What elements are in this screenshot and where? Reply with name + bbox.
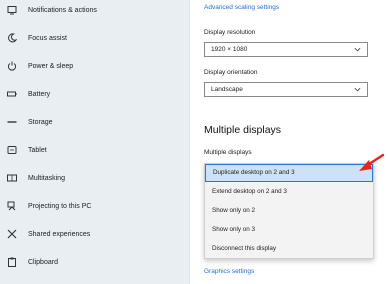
multitasking-icon	[6, 172, 18, 184]
sidebar-item-label: Shared experiences	[28, 230, 91, 238]
battery-icon	[6, 88, 18, 100]
multiple-displays-dropdown: Duplicate desktop on 2 and 3 Extend desk…	[204, 163, 374, 259]
display-resolution-label: Display resolution	[204, 29, 256, 36]
sidebar-item-label: Projecting to this PC	[28, 202, 92, 210]
sidebar-item-power-sleep[interactable]: Power & sleep	[0, 54, 190, 78]
sidebar-item-projecting[interactable]: Projecting to this PC	[0, 194, 190, 218]
sidebar-item-notifications-actions[interactable]: Notifications & actions	[0, 0, 190, 22]
sidebar-item-tablet[interactable]: Tablet	[0, 138, 190, 162]
sidebar-item-focus-assist[interactable]: Focus assist	[0, 26, 190, 50]
display-orientation-label: Display orientation	[204, 69, 258, 76]
dropdown-option-show-only-2[interactable]: Show only on 2	[205, 202, 373, 220]
sidebar-item-battery[interactable]: Battery	[0, 82, 190, 106]
storage-icon	[6, 116, 18, 128]
tablet-icon	[6, 144, 18, 156]
multiple-displays-heading: Multiple displays	[204, 124, 282, 136]
sidebar-item-label: Focus assist	[28, 34, 67, 42]
display-resolution-value: 1920 × 1080	[211, 46, 248, 53]
focus-assist-icon	[6, 32, 18, 44]
clipboard-icon	[6, 256, 18, 268]
advanced-scaling-link[interactable]: Advanced scaling settings	[204, 4, 279, 11]
multiple-displays-label: Multiple displays	[204, 149, 252, 156]
dropdown-option-show-only-3[interactable]: Show only on 3	[205, 221, 373, 239]
sidebar-item-shared-experiences[interactable]: Shared experiences	[0, 222, 190, 246]
sidebar-item-clipboard[interactable]: Clipboard	[0, 250, 190, 274]
sidebar-item-storage[interactable]: Storage	[0, 110, 190, 134]
sidebar-item-label: Storage	[28, 118, 53, 126]
graphics-settings-link[interactable]: Graphics settings	[204, 268, 254, 275]
sidebar-item-label: Clipboard	[28, 258, 58, 266]
display-resolution-select[interactable]: 1920 × 1080	[204, 42, 368, 57]
dropdown-option-duplicate[interactable]: Duplicate desktop on 2 and 3	[205, 164, 373, 182]
projecting-icon	[6, 200, 18, 212]
sidebar-item-multitasking[interactable]: Multitasking	[0, 166, 190, 190]
display-orientation-value: Landscape	[211, 86, 243, 93]
display-settings-panel: Advanced scaling settings Display resolu…	[190, 0, 388, 284]
settings-sidebar: Notifications & actions Focus assist Pow…	[0, 0, 190, 284]
sidebar-item-label: Tablet	[28, 146, 47, 154]
dropdown-option-extend[interactable]: Extend desktop on 2 and 3	[205, 183, 373, 201]
chevron-down-icon	[354, 87, 361, 92]
display-orientation-select[interactable]: Landscape	[204, 82, 368, 97]
sidebar-item-label: Battery	[28, 90, 51, 98]
sidebar-item-label: Notifications & actions	[28, 6, 97, 14]
chevron-down-icon	[354, 47, 361, 52]
shared-experiences-icon	[6, 228, 18, 240]
dropdown-option-disconnect[interactable]: Disconnect this display	[205, 240, 373, 258]
red-annotation-arrow-icon	[359, 153, 385, 171]
sidebar-item-label: Power & sleep	[28, 62, 74, 70]
notifications-icon	[6, 4, 18, 16]
power-icon	[6, 60, 18, 72]
sidebar-item-label: Multitasking	[28, 174, 65, 182]
